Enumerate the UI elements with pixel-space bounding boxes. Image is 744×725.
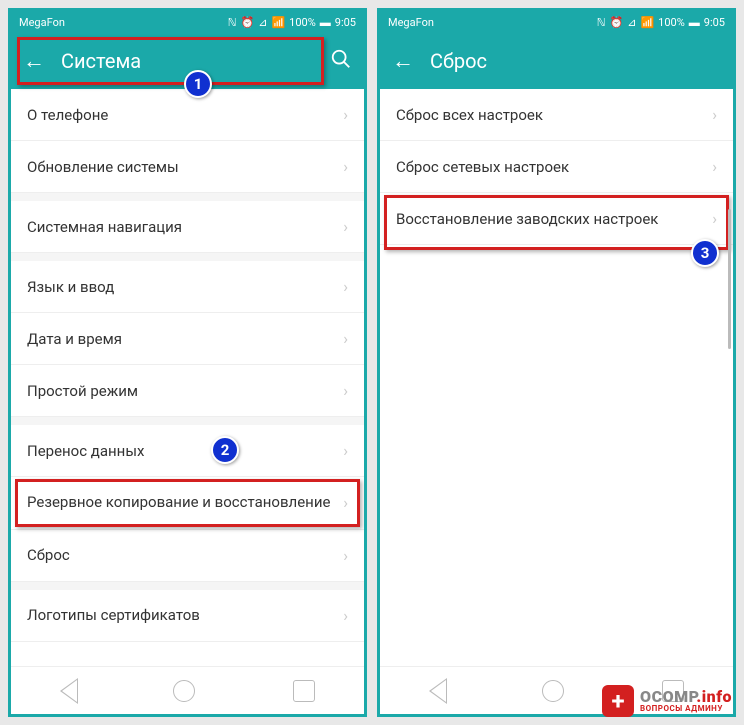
- list-item-simple-mode[interactable]: Простой режим ›: [11, 365, 364, 417]
- nav-recent-button[interactable]: [293, 680, 315, 702]
- list-item-language[interactable]: Язык и ввод ›: [11, 261, 364, 313]
- list-item-label: Язык и ввод: [27, 278, 114, 296]
- phone-right: MegaFon ℕ ⏰ ⊿ 📶 100% ▬ 9:05 ← Сброс Сбро…: [377, 8, 736, 717]
- list-item-label: Сброс сетевых настроек: [396, 158, 569, 176]
- chevron-right-icon: ›: [343, 381, 348, 400]
- section-gap: [11, 417, 364, 425]
- chevron-right-icon: ›: [343, 441, 348, 460]
- list-item-backup[interactable]: Резервное копирование и восстановление ›: [11, 477, 364, 530]
- step-badge-3: 3: [691, 239, 719, 267]
- carrier-label: MegaFon: [388, 16, 434, 29]
- phone-left: MegaFon ℕ ⏰ ⊿ 📶 100% ▬ 9:05 ← Система О …: [8, 8, 367, 717]
- list-item-label: Обновление системы: [27, 158, 179, 176]
- carrier-label: MegaFon: [19, 16, 65, 29]
- nfc-icon: ℕ: [228, 16, 237, 29]
- signal-icon: 📶: [640, 16, 654, 29]
- status-right: ℕ ⏰ ⊿ 📶 100% ▬ 9:05: [597, 16, 725, 29]
- chevron-right-icon: ›: [712, 209, 717, 228]
- signal-icon: 📶: [271, 16, 285, 29]
- nfc-icon: ℕ: [597, 16, 606, 29]
- step-badge-2: 2: [211, 436, 239, 464]
- settings-list-right: Сброс всех настроек › Сброс сетевых наст…: [380, 89, 733, 666]
- list-item-certificates[interactable]: Логотипы сертификатов ›: [11, 590, 364, 642]
- list-item-navigation[interactable]: Системная навигация ›: [11, 201, 364, 253]
- chevron-right-icon: ›: [712, 105, 717, 124]
- list-item-label: Системная навигация: [27, 218, 182, 236]
- wifi-icon: ⊿: [627, 16, 636, 29]
- nav-home-button[interactable]: [542, 680, 564, 702]
- header-right: ← Сброс: [380, 33, 733, 89]
- alarm-icon: ⏰: [241, 16, 255, 29]
- chevron-right-icon: ›: [343, 329, 348, 348]
- list-item-label: Перенос данных: [27, 442, 144, 460]
- time-label: 9:05: [704, 16, 725, 29]
- battery-label: 100%: [658, 16, 685, 29]
- list-item-about[interactable]: О телефоне ›: [11, 89, 364, 141]
- chevron-right-icon: ›: [343, 493, 348, 512]
- chevron-right-icon: ›: [343, 217, 348, 236]
- status-bar: MegaFon ℕ ⏰ ⊿ 📶 100% ▬ 9:05: [11, 11, 364, 33]
- list-item-label: Дата и время: [27, 330, 122, 348]
- watermark: + OCOMP.info ВОПРОСЫ АДМИНУ: [602, 685, 732, 717]
- plus-icon: +: [602, 685, 634, 717]
- list-item-label: Простой режим: [27, 382, 138, 400]
- list-item-label: О телефоне: [27, 106, 108, 124]
- list-item-transfer[interactable]: Перенос данных ›: [11, 425, 364, 477]
- list-item-update[interactable]: Обновление системы ›: [11, 141, 364, 193]
- list-item-reset[interactable]: Сброс ›: [11, 530, 364, 582]
- list-item-label: Резервное копирование и восстановление: [27, 493, 330, 513]
- step-badge-1: 1: [184, 70, 212, 98]
- nav-home-button[interactable]: [173, 680, 195, 702]
- back-icon[interactable]: ←: [392, 48, 414, 74]
- watermark-main: OCOMP.info: [640, 689, 732, 705]
- list-item-label: Логотипы сертификатов: [27, 606, 200, 624]
- list-item-factory-reset[interactable]: Восстановление заводских настроек ›: [380, 193, 733, 245]
- section-gap: [11, 193, 364, 201]
- settings-list-left: О телефоне › Обновление системы › Систем…: [11, 89, 364, 666]
- section-gap: [11, 582, 364, 590]
- list-item-label: Сброс всех настроек: [396, 106, 543, 124]
- watermark-text: OCOMP.info ВОПРОСЫ АДМИНУ: [640, 689, 732, 713]
- search-icon[interactable]: [330, 48, 352, 75]
- list-item-label: Сброс: [27, 546, 70, 564]
- list-item-reset-all[interactable]: Сброс всех настроек ›: [380, 89, 733, 141]
- scrollbar[interactable]: [728, 209, 731, 349]
- chevron-right-icon: ›: [343, 546, 348, 565]
- chevron-right-icon: ›: [343, 606, 348, 625]
- wifi-icon: ⊿: [258, 16, 267, 29]
- nav-bar: [11, 666, 364, 714]
- back-icon[interactable]: ←: [23, 48, 45, 74]
- chevron-right-icon: ›: [343, 277, 348, 296]
- list-item-label: Восстановление заводских настроек: [396, 210, 658, 228]
- status-bar: MegaFon ℕ ⏰ ⊿ 📶 100% ▬ 9:05: [380, 11, 733, 33]
- section-gap: [11, 253, 364, 261]
- list-item-reset-network[interactable]: Сброс сетевых настроек ›: [380, 141, 733, 193]
- battery-label: 100%: [289, 16, 316, 29]
- chevron-right-icon: ›: [343, 105, 348, 124]
- chevron-right-icon: ›: [712, 157, 717, 176]
- nav-back-button[interactable]: [60, 680, 76, 702]
- nav-back-button[interactable]: [429, 680, 445, 702]
- watermark-sub: ВОПРОСЫ АДМИНУ: [640, 705, 732, 713]
- list-item-datetime[interactable]: Дата и время ›: [11, 313, 364, 365]
- battery-icon: ▬: [320, 16, 331, 29]
- status-right: ℕ ⏰ ⊿ 📶 100% ▬ 9:05: [228, 16, 356, 29]
- page-title: Сброс: [430, 49, 721, 73]
- battery-icon: ▬: [689, 16, 700, 29]
- chevron-right-icon: ›: [343, 157, 348, 176]
- time-label: 9:05: [335, 16, 356, 29]
- alarm-icon: ⏰: [610, 16, 624, 29]
